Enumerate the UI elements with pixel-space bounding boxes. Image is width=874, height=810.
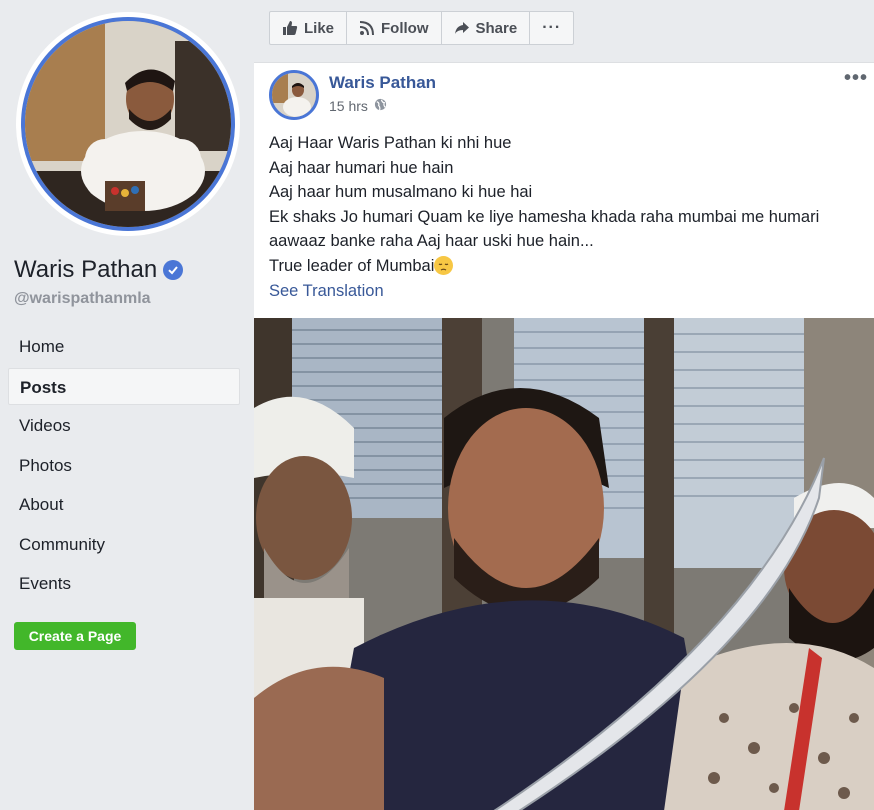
post-author-avatar[interactable] [269, 70, 319, 120]
nav-item-events[interactable]: Events [8, 565, 240, 602]
post-line: Aaj haar humari hue hain [269, 158, 454, 177]
post-body: Aaj Haar Waris Pathan ki nhi hue Aaj haa… [269, 131, 869, 278]
left-sidebar: Waris Pathan @warispathanmla Home Posts … [0, 0, 254, 810]
nav-item-home[interactable]: Home [8, 328, 240, 365]
post-line: True leader of Mumbai [269, 256, 435, 275]
nav-item-about[interactable]: About [8, 486, 240, 523]
profile-photo [21, 17, 235, 231]
post-card: Waris Pathan 15 hrs ••• Aaj Haar Waris P… [254, 62, 874, 810]
post-photo[interactable] [254, 318, 874, 810]
post-line: Ek shaks Jo humari Quam ke liye hamesha … [269, 207, 820, 251]
post-author-name[interactable]: Waris Pathan [329, 73, 436, 93]
post-meta: 15 hrs [329, 98, 387, 114]
nav-item-videos[interactable]: Videos [8, 407, 240, 444]
create-page-button[interactable]: Create a Page [14, 622, 136, 650]
follow-button[interactable]: Follow [347, 12, 442, 44]
post-line: Aaj Haar Waris Pathan ki nhi hue [269, 134, 512, 152]
nav-item-community[interactable]: Community [8, 526, 240, 563]
pensive-emoji-icon [434, 255, 454, 275]
like-label: Like [304, 19, 335, 37]
follow-label: Follow [381, 19, 429, 37]
post-timestamp[interactable]: 15 hrs [329, 98, 368, 114]
profile-picture[interactable] [16, 12, 240, 236]
see-translation-link[interactable]: See Translation [269, 282, 384, 301]
rss-icon [359, 20, 375, 36]
post-line-last: True leader of Mumbai [269, 254, 869, 279]
verified-badge-icon [163, 260, 184, 280]
page-name-text: Waris Pathan [14, 256, 158, 283]
nav-item-posts[interactable]: Posts [8, 367, 240, 405]
page-handle[interactable]: @warispathanmla [14, 290, 151, 308]
share-arrow-icon [454, 20, 470, 36]
like-button[interactable]: Like [270, 12, 348, 44]
post-options-icon[interactable]: ••• [844, 67, 868, 90]
globe-icon [374, 98, 387, 114]
page-nav: Home Posts Videos Photos About Community… [8, 328, 240, 605]
page-title: Waris Pathan [14, 256, 184, 284]
nav-item-photos[interactable]: Photos [8, 447, 240, 484]
page-action-bar: Like Follow Share ··· [269, 11, 575, 45]
more-icon: ··· [542, 19, 562, 36]
more-options-button[interactable]: ··· [530, 12, 573, 44]
thumbs-up-icon [282, 20, 298, 36]
share-button[interactable]: Share [442, 12, 531, 44]
post-line: Aaj haar hum musalmano ki hue hai [269, 183, 533, 201]
share-label: Share [475, 19, 518, 37]
